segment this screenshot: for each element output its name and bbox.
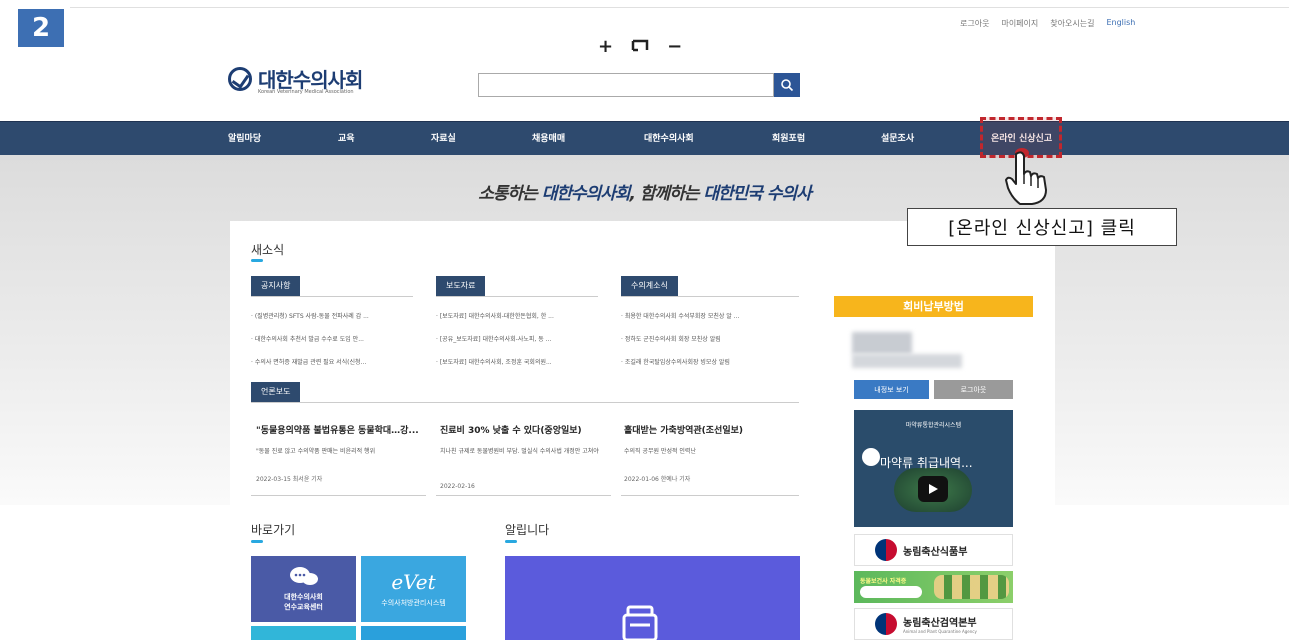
nav-association[interactable]: 대한수의사회 xyxy=(644,122,694,156)
quick-tile-evet[interactable]: eVet 수의사처방관리시스템 xyxy=(361,556,466,622)
list-item[interactable]: 수의사 면허증 재발급 관련 필요 서식(신청... xyxy=(251,357,411,366)
list-item[interactable]: [공유_보도자료] 대한수의사회-사노피, 동 ... xyxy=(436,334,596,343)
zoom-reset-icon xyxy=(631,39,649,52)
pointer-hand-icon xyxy=(1005,151,1047,205)
sidebar-logout-button[interactable]: 로그아웃 xyxy=(934,380,1013,399)
sidebar: 회비납부방법 내정보 보기 로그아웃 마약류통합관리시스템 마약류 취급내역..… xyxy=(834,296,1033,640)
nav-forum[interactable]: 회원포럼 xyxy=(772,122,805,156)
search-input[interactable] xyxy=(478,73,774,97)
kvma-logo-icon xyxy=(228,66,252,91)
news-title-bar xyxy=(251,259,263,262)
chat-bubbles-icon xyxy=(289,567,318,585)
english-link[interactable]: English xyxy=(1106,18,1135,29)
gov-emblem-icon xyxy=(862,448,880,466)
notice-title: 알립니다 xyxy=(505,523,550,537)
mypage-link[interactable]: 마이페이지 xyxy=(1001,18,1038,29)
list-item[interactable]: 대한수의사회 추천서 발급 수수료 도입 안... xyxy=(251,334,411,343)
evet-logo: eVet xyxy=(391,570,436,594)
press-rule xyxy=(436,495,611,496)
logout-link[interactable]: 로그아웃 xyxy=(960,18,989,29)
video-caption: 마약류 취급내역... xyxy=(880,456,973,470)
taegeuk-icon xyxy=(875,613,897,635)
zoom-out-button[interactable]: − xyxy=(667,38,682,56)
top-divider xyxy=(70,7,1289,8)
nav-notice[interactable]: 알림마당 xyxy=(228,122,261,156)
my-info-button[interactable]: 내정보 보기 xyxy=(854,380,929,399)
banner-apqa[interactable]: 농림축산검역본부 Animal and Plant Quarantine Agen… xyxy=(854,608,1013,640)
tab-vet-news[interactable]: 수의계소식 xyxy=(621,276,678,296)
search-icon xyxy=(781,79,794,92)
press-rule xyxy=(251,495,426,496)
nav-survey[interactable]: 설문조사 xyxy=(881,122,914,156)
slogan: 소통하는 대한수의사회, 함께하는 대한민국 수의사 xyxy=(478,184,812,204)
zoom-controls: + − xyxy=(598,38,682,56)
press-headline[interactable]: 홀대받는 가축방역관(조선일보) xyxy=(624,423,743,436)
tab-media[interactable]: 언론보도 xyxy=(251,382,301,402)
press-date: 2022-03-15 최서윤 기자 xyxy=(256,476,323,483)
video-title: 마약류통합관리시스템 xyxy=(905,422,962,429)
nav-education[interactable]: 교육 xyxy=(338,122,355,156)
quick-tile-3[interactable] xyxy=(251,626,356,640)
utility-links: 로그아웃 마이페이지 찾아오시는길 English xyxy=(960,18,1135,29)
press-date: 2022-02-16 xyxy=(440,483,475,490)
list-item[interactable]: 최용한 대한수의사회 수석부회장 모친상 알 ... xyxy=(621,311,781,320)
tab-rule xyxy=(251,296,413,297)
site-logo[interactable]: 대한수의사회 Korean Veterinary Medical Associa… xyxy=(228,64,363,95)
tab-notice[interactable]: 공지사항 xyxy=(251,276,301,296)
banner-pill xyxy=(860,586,922,598)
press-headline[interactable]: 진료비 30% 낮출 수 있다(중앙일보) xyxy=(440,423,582,436)
banner-illustration xyxy=(934,575,1009,599)
list-item[interactable]: [보도자료] 대한수의사회-대한한돈협회, 한 ... xyxy=(436,311,596,320)
step-badge: 2 xyxy=(18,9,64,47)
press-rule xyxy=(621,495,799,496)
banner-vet-nurse-label: 동물보건사 자격증 xyxy=(860,578,907,585)
logo-subtitle: Korean Veterinary Medical Association xyxy=(258,89,354,95)
quick-tile-evet-label: 수의사처방관리시스템 xyxy=(381,599,446,607)
quick-tile-education-label: 대한수의사회 연수교육센터 xyxy=(284,593,323,611)
press-date: 2022-01-06 한예나 기자 xyxy=(624,476,691,483)
zoom-in-button[interactable]: + xyxy=(598,38,613,56)
tab-rule xyxy=(621,296,799,297)
press-summary: "동물 진료 않고 수의약품 판매는 비윤리적 행위 xyxy=(256,448,376,455)
notice-bar xyxy=(505,540,517,543)
press-summary: 치나친 규제로 동물병원비 부담. 멀실식 수의사법 개정안 고쳐야 xyxy=(440,448,599,455)
list-item[interactable]: (질병관리청) SFTS 사람-동물 전파사례 감 ... xyxy=(251,311,411,320)
zoom-reset-button[interactable] xyxy=(631,38,649,56)
taegeuk-icon xyxy=(875,539,897,561)
dues-payment-header[interactable]: 회비납부방법 xyxy=(834,296,1033,317)
play-icon[interactable] xyxy=(918,476,948,502)
instruction-callout: [온라인 신상신고] 클릭 xyxy=(907,208,1177,246)
banner-mafra[interactable]: 농림축산식품부 xyxy=(854,534,1013,566)
press-summary: 수의직 공무원 만성적 인력난 xyxy=(624,448,696,455)
tab-rule xyxy=(436,296,598,297)
banner-vet-nurse[interactable]: 동물보건사 자격증 xyxy=(854,571,1013,603)
press-rule xyxy=(251,402,799,403)
search-button[interactable] xyxy=(774,73,800,97)
banner-apqa-label: 농림축산검역본부 Animal and Plant Quarantine Agen… xyxy=(903,618,977,634)
quick-tile-4[interactable] xyxy=(361,626,466,640)
list-item[interactable]: [보도자료] 대한수의사회, 조정훈 국회의원... xyxy=(436,357,596,366)
list-item[interactable]: 조길래 한국탈임상수의사회장 빙모상 알림 xyxy=(621,357,781,366)
nav-library[interactable]: 자료실 xyxy=(431,122,456,156)
news-title: 새소식 xyxy=(251,243,285,257)
quick-links-title: 바로가기 xyxy=(251,523,296,537)
blurred-user-info xyxy=(852,354,962,368)
blurred-user-info xyxy=(852,332,912,354)
quick-tile-education[interactable]: 대한수의사회 연수교육센터 xyxy=(251,556,356,622)
tab-press-release[interactable]: 보도자료 xyxy=(436,276,486,296)
main-navigation: 알림마당 교육 자료실 채용매매 대한수의사회 회원포럼 설문조사 온라인 신상… xyxy=(0,121,1289,155)
banner-mafra-label: 농림축산식품부 xyxy=(903,546,968,558)
directions-link[interactable]: 찾아오시는길 xyxy=(1050,18,1094,29)
list-item[interactable]: 정하도 군진수의사회 회장 모친상 알림 xyxy=(621,334,781,343)
press-headline[interactable]: "동물용의약품 불법유통은 동물학대…강... xyxy=(256,423,419,436)
notice-clipboard-icon xyxy=(622,605,658,640)
quick-links-bar xyxy=(251,540,263,543)
video-banner[interactable]: 마약류통합관리시스템 마약류 취급내역... xyxy=(854,410,1013,527)
nav-jobs[interactable]: 채용매매 xyxy=(532,122,565,156)
